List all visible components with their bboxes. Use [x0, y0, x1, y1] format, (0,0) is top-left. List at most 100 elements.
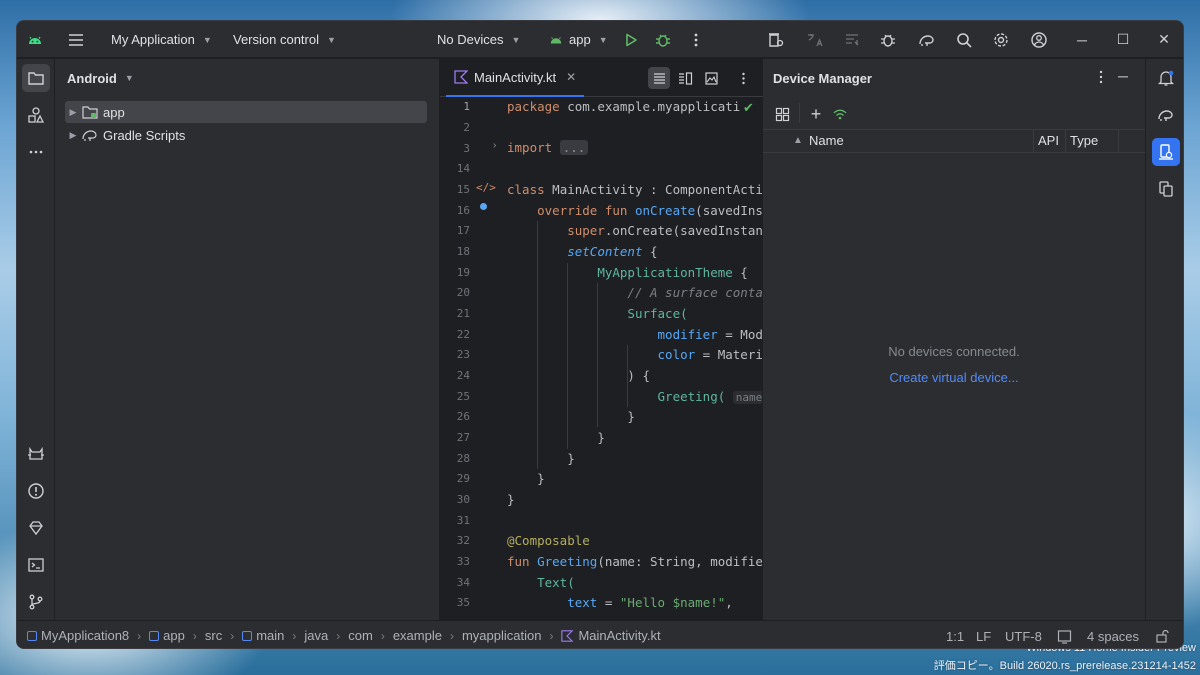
version-control-tool-button[interactable] [22, 588, 50, 616]
group-by-button[interactable] [771, 103, 793, 125]
kotlin-file-icon [454, 70, 468, 84]
running-devices-button[interactable] [1152, 175, 1180, 203]
main-menu-button[interactable] [67, 21, 85, 58]
kotlin-file-icon [561, 629, 574, 642]
editor-more-button[interactable] [732, 67, 754, 89]
device-explorer-button[interactable] [763, 21, 789, 58]
breadcrumb-item[interactable]: java [304, 628, 328, 643]
user-account-icon [1026, 27, 1052, 53]
android-logo-icon [27, 21, 43, 58]
hide-panel-icon[interactable]: ─ [1118, 68, 1128, 84]
project-view-selector[interactable]: Android ▼ [67, 59, 134, 97]
breadcrumb-item[interactable]: com [348, 628, 373, 643]
resource-manager-button[interactable] [22, 101, 50, 129]
editorconfig-icon[interactable] [1057, 621, 1072, 648]
debug-button[interactable] [650, 21, 676, 58]
breadcrumb-item[interactable]: app [163, 628, 185, 643]
maximize-button[interactable]: ☐ [1103, 21, 1143, 58]
notifications-button[interactable] [1152, 64, 1180, 92]
sort-asc-icon[interactable]: ▲ [793, 135, 803, 146]
code-line: Greeting( name [507, 387, 762, 407]
problems-button[interactable] [22, 477, 50, 505]
device-selector[interactable]: No Devices ▼ [437, 21, 520, 58]
account-button[interactable] [1026, 21, 1052, 58]
editor-tab-mainactivity[interactable]: MainActivity.kt ✕ [446, 59, 585, 97]
create-virtual-device-link[interactable]: Create virtual device... [763, 370, 1145, 385]
pair-wifi-button[interactable] [829, 103, 851, 125]
version-control-menu[interactable]: Version control ▼ [233, 21, 336, 58]
breadcrumb-item[interactable]: myapplication [462, 628, 542, 643]
terminal-icon [28, 558, 44, 572]
run-button[interactable] [618, 21, 644, 58]
design-view-button[interactable] [700, 67, 722, 89]
line-separator[interactable]: LF [976, 621, 991, 648]
settings-button[interactable] [988, 21, 1014, 58]
indent-setting[interactable]: 4 spaces [1087, 621, 1139, 648]
wifi-icon [833, 109, 847, 120]
breadcrumb-item[interactable]: example [393, 628, 442, 643]
close-tab-icon[interactable]: ✕ [566, 70, 576, 84]
breadcrumb-item[interactable]: MyApplication8 [41, 628, 129, 643]
no-problems-check-icon[interactable]: ✔ [743, 100, 754, 116]
tree-item-app[interactable]: ▶ app [65, 101, 427, 123]
code-line: class MainActivity : ComponentActi [507, 182, 762, 197]
column-type[interactable]: Type [1070, 133, 1098, 148]
line-number: 14 [456, 162, 470, 175]
column-name[interactable]: Name [809, 133, 844, 148]
device-manager-title: Device Manager [773, 70, 872, 86]
gradle-tool-button[interactable] [1152, 101, 1180, 129]
more-vertical-icon[interactable] [1093, 69, 1109, 88]
line-number: 17 [456, 224, 470, 237]
ide-window: My Application ▼ Version control ▼ No Devi… [16, 20, 1184, 649]
expand-arrow-icon[interactable]: ▶ [65, 130, 81, 141]
terminal-button[interactable] [22, 551, 50, 579]
caret-position[interactable]: 1:1 [946, 621, 964, 648]
file-encoding[interactable]: UTF-8 [1005, 621, 1042, 648]
line-number: 26 [456, 410, 470, 423]
hamburger-icon [69, 33, 83, 46]
empty-state-text: No devices connected. [888, 344, 1020, 359]
split-view-button[interactable] [674, 67, 696, 89]
compose-preview-icon[interactable]: </> [476, 181, 496, 194]
column-divider [1065, 130, 1066, 152]
code-line: } [567, 451, 575, 466]
device-manager-tool-button[interactable] [1152, 138, 1180, 166]
code-view-icon [653, 72, 665, 84]
expand-arrow-icon[interactable]: ▶ [65, 107, 81, 118]
code-line: setContent { [567, 244, 658, 259]
breadcrumb-item[interactable]: MainActivity.kt [578, 628, 660, 643]
run-config-selector[interactable]: app ▼ [549, 21, 608, 58]
read-only-lock-icon[interactable] [1155, 621, 1169, 648]
more-actions-button[interactable] [683, 21, 709, 58]
editor-tab-bar: MainActivity.kt ✕ [440, 59, 763, 97]
override-marker-icon[interactable] [480, 203, 487, 210]
minimize-button[interactable]: ─ [1062, 21, 1102, 58]
gradle-sync-button[interactable] [914, 21, 940, 58]
line-number: 2 [463, 121, 470, 134]
project-switcher[interactable]: My Application ▼ [111, 21, 212, 58]
line-number: 19 [456, 266, 470, 279]
close-window-button[interactable]: ✕ [1144, 21, 1183, 58]
breadcrumb-item[interactable]: src [205, 628, 222, 643]
column-api[interactable]: API [1038, 133, 1059, 148]
tree-item-label: app [103, 104, 125, 120]
search-button[interactable] [951, 21, 977, 58]
code-view-button[interactable] [648, 67, 670, 89]
tree-item-gradle-scripts[interactable]: ▶ Gradle Scripts [65, 124, 427, 146]
project-tool-button[interactable] [22, 64, 50, 92]
fold-arrow-icon[interactable]: › [493, 140, 496, 151]
left-tool-strip [17, 59, 55, 620]
more-tools-button[interactable] [22, 138, 50, 166]
chevron-right-icon: › [549, 628, 554, 643]
maximize-icon: ☐ [1116, 31, 1130, 47]
logcat-button[interactable] [22, 440, 50, 468]
add-device-button[interactable]: + [805, 103, 827, 125]
app-quality-insights-button[interactable] [22, 514, 50, 542]
layout-inspector-button [839, 21, 865, 58]
breadcrumb-item[interactable]: main [256, 628, 284, 643]
code-line: } [507, 492, 515, 507]
line-number: 32 [456, 534, 470, 547]
code-area[interactable]: package com.example.myapplicati import .… [507, 97, 762, 620]
attach-debugger-button[interactable] [875, 21, 901, 58]
gradle-elephant-sync-icon [914, 27, 940, 53]
